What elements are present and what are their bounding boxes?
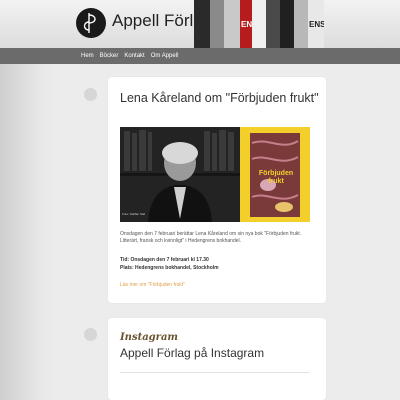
nav-item-om-appell[interactable]: Om Appell xyxy=(148,48,182,64)
post-intro: Onsdagen den 7 februari berättar Lena Kå… xyxy=(120,231,302,244)
banner-book-cover: EN xyxy=(240,0,252,48)
image-caption: Foto: Staffan Sall xyxy=(122,212,145,216)
timeline-dot xyxy=(84,88,97,101)
post-title[interactable]: Lena Kåreland om "Förbjuden frukt" xyxy=(120,91,319,105)
banner-cover-letters: ENS xyxy=(309,20,324,29)
banner-book-cover xyxy=(280,0,294,48)
banner-book-cover xyxy=(266,0,280,48)
nav-item-kontakt[interactable]: Kontakt xyxy=(121,48,147,64)
book-cover-title: Förbjuden frukt xyxy=(258,170,294,185)
featured-image[interactable]: Förbjuden frukt Foto: Staffan Sall xyxy=(120,127,310,222)
instagram-logo: Instagram xyxy=(120,332,178,343)
nav-item-bocker[interactable]: Böcker xyxy=(97,48,122,64)
nav-item-hem[interactable]: Hem xyxy=(78,48,97,64)
instagram-card: Instagram Appell Förlag på Instagram xyxy=(108,318,326,400)
site-header: Appell Förlag EN ENS xyxy=(0,0,400,48)
banner-book-cover xyxy=(210,0,224,48)
page-side-shadow xyxy=(0,64,60,400)
post-card: Lena Kåreland om "Förbjuden frukt" Förbj… xyxy=(108,77,326,303)
logo-icon[interactable] xyxy=(76,8,106,38)
header-banner-books: EN ENS xyxy=(194,0,324,48)
read-more-link[interactable]: Läs mer om "Förbjuden frukt" xyxy=(120,282,315,289)
main-navigation: Hem Böcker Kontakt Om Appell xyxy=(0,48,400,64)
banner-book-cover xyxy=(194,0,210,48)
divider xyxy=(120,372,310,373)
timeline-dot xyxy=(84,328,97,341)
banner-book-cover xyxy=(294,0,308,48)
banner-cover-letters: EN xyxy=(241,20,253,29)
banner-book-cover xyxy=(224,0,240,48)
banner-book-cover: ENS xyxy=(308,0,324,48)
event-time: Tid: Onsdagen den 7 februari kl 17.30 xyxy=(120,257,209,263)
event-place: Plats: Hedengrens bokhandel, Stockholm xyxy=(120,265,219,271)
instagram-title: Appell Förlag på Instagram xyxy=(120,346,265,360)
banner-book-cover xyxy=(252,0,266,48)
